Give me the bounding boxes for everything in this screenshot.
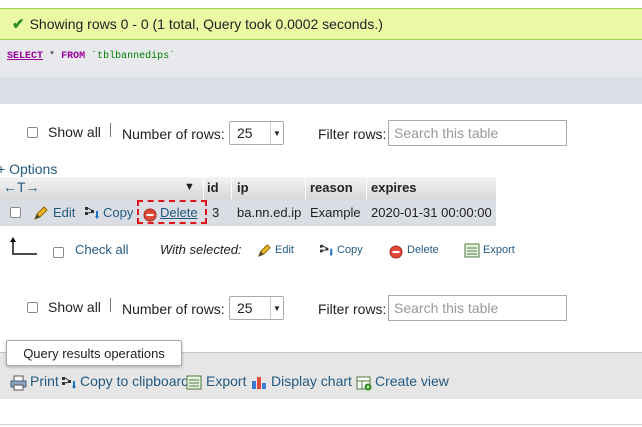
rows-select-top[interactable]: 25 ▼ (229, 121, 284, 145)
check-all-link[interactable]: Check all (75, 242, 128, 257)
delete-highlight-box (137, 200, 207, 224)
display-chart-link[interactable]: Display chart (271, 373, 352, 389)
query-results-operations-tab[interactable]: Query results operations (6, 340, 182, 366)
sql-table-name: `tblbannedips` (91, 51, 176, 62)
sql-from-keyword: FROM (61, 51, 86, 62)
bulk-copy-button[interactable]: Copy (337, 244, 363, 256)
show-all-checkbox-top[interactable] (27, 127, 38, 138)
print-link[interactable]: Print (30, 373, 59, 389)
row-checkbox[interactable] (10, 207, 21, 218)
divider (0, 424, 642, 425)
copy-to-clipboard-link[interactable]: Copy to clipboard (80, 373, 189, 389)
rows-select-bottom[interactable]: 25 ▼ (229, 296, 284, 320)
success-text: Showing rows 0 - 0 (1 total, Query took … (29, 16, 383, 32)
separator (110, 298, 111, 312)
export-link[interactable]: Export (206, 373, 246, 389)
sql-query: SELECT * FROM `tblbannedips` (0, 40, 642, 77)
show-all-label-top: Show all (48, 124, 101, 140)
column-header-ip[interactable]: ip (237, 180, 249, 195)
copy-icon[interactable] (84, 204, 101, 221)
column-sort-nav[interactable]: ←T→ (3, 179, 40, 195)
create-view-icon[interactable] (356, 374, 372, 391)
create-view-link[interactable]: Create view (375, 373, 449, 389)
options-link[interactable]: + Options (0, 161, 57, 177)
pencil-icon[interactable] (257, 242, 272, 258)
row-edit-link[interactable]: Edit (53, 205, 75, 220)
rows-select-value: 25 (237, 300, 253, 316)
row-copy-link[interactable]: Copy (103, 205, 133, 220)
sort-down-icon[interactable]: ▼ (184, 181, 195, 193)
rows-label-bottom: Number of rows: (122, 301, 225, 317)
delete-icon[interactable] (389, 243, 403, 259)
filter-label-top: Filter rows: (318, 126, 387, 142)
rows-label-top: Number of rows: (122, 126, 225, 142)
column-header-reason[interactable]: reason (310, 180, 353, 195)
export-icon[interactable] (186, 374, 202, 390)
print-icon[interactable] (10, 374, 27, 391)
copy-icon[interactable] (61, 374, 78, 391)
cell-id: 3 (212, 205, 220, 220)
dropdown-arrow-icon: ▼ (270, 297, 283, 319)
copy-icon[interactable] (319, 242, 335, 258)
bulk-export-button[interactable]: Export (483, 244, 515, 256)
bar-chart-icon[interactable] (251, 373, 268, 390)
cell-expires: 2020-01-31 00:00:00 (371, 205, 492, 220)
checkmark-icon: ✔ (12, 16, 25, 33)
column-header-expires[interactable]: expires (371, 180, 417, 195)
query-toolbar (0, 77, 642, 104)
export-icon[interactable] (464, 242, 480, 258)
cell-reason: Example (310, 205, 361, 220)
rows-select-value: 25 (237, 125, 253, 141)
pencil-icon[interactable] (33, 204, 49, 221)
arrow-up-left-icon (10, 236, 38, 261)
show-all-label-bottom: Show all (48, 299, 101, 315)
cell-ip: ba.nn.ed.ip (237, 205, 302, 220)
search-input-bottom[interactable]: Search this table (388, 295, 567, 321)
column-header-id[interactable]: id (207, 180, 219, 195)
dropdown-arrow-icon: ▼ (270, 122, 283, 144)
filter-label-bottom: Filter rows: (318, 301, 387, 317)
check-all-checkbox[interactable] (53, 247, 64, 258)
bulk-delete-button[interactable]: Delete (407, 244, 439, 256)
show-all-checkbox-bottom[interactable] (27, 302, 38, 313)
bulk-edit-button[interactable]: Edit (275, 244, 294, 256)
search-input-top[interactable]: Search this table (388, 120, 567, 146)
sql-select-keyword[interactable]: SELECT (7, 51, 43, 62)
success-message: ✔ Showing rows 0 - 0 (1 total, Query too… (0, 8, 642, 40)
separator (110, 123, 111, 137)
sql-star: * (49, 51, 56, 62)
with-selected-label: With selected: (160, 242, 242, 257)
